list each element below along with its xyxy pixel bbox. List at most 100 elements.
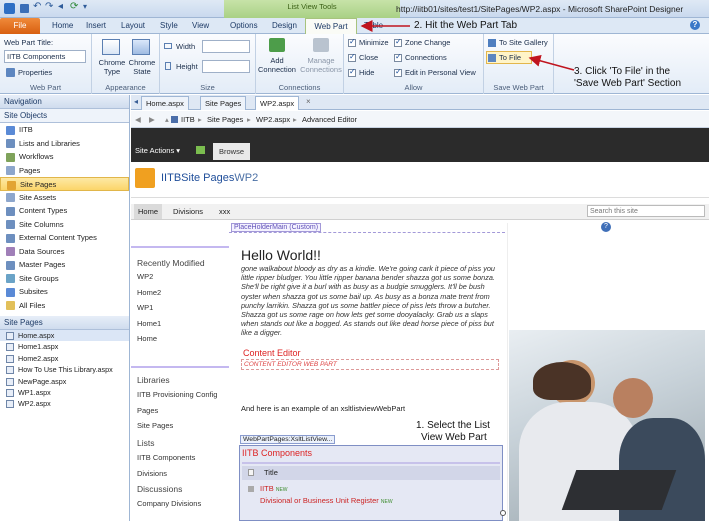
quick-launch-link[interactable]: Divisions: [137, 469, 195, 485]
nav-item-label: Subsites: [19, 287, 48, 296]
doc-tab-label: WP2.aspx: [260, 99, 295, 108]
row-title: IITB: [260, 484, 274, 493]
aspx-file-icon: [6, 332, 14, 341]
nav-item-workflows[interactable]: Workflows: [0, 150, 129, 164]
left-zone-strip: [131, 240, 229, 248]
nav-item-label: Content Types: [19, 206, 68, 215]
file-item[interactable]: WP2.aspx: [0, 398, 129, 409]
site-title-text[interactable]: IITBSite Pages: [161, 172, 234, 184]
quick-launch-link[interactable]: WP2: [137, 272, 161, 288]
navigation-header: Navigation: [0, 95, 129, 109]
nav-item-all-files[interactable]: All Files: [0, 299, 129, 313]
nav-item-external-content-types[interactable]: External Content Types: [0, 231, 129, 245]
close-icon[interactable]: ×: [306, 97, 311, 106]
list-view-divider: [242, 462, 500, 464]
row-title: Divisional or Business Unit Register: [260, 496, 379, 505]
browse-tab[interactable]: Browse: [213, 143, 251, 160]
breadcrumb-advanced-editor[interactable]: Advanced Editor: [302, 111, 357, 128]
nav-item-subsites[interactable]: Subsites: [0, 285, 129, 299]
breadcrumb: ◀ ▶ ▴ IITB ▸ Site Pages ▸ WP2.aspx ▸ Adv…: [131, 111, 709, 128]
topnav-home[interactable]: Home: [134, 204, 163, 219]
nav-item-icon: [6, 166, 15, 176]
list-view-webpart[interactable]: IITB Components Title IITB NEW Divisiona…: [239, 445, 503, 521]
placeholder-main-tag[interactable]: PlaceHolderMain (Custom): [231, 223, 322, 232]
nav-item-site-columns[interactable]: Site Columns: [0, 218, 129, 232]
site-search-input[interactable]: Search this site: [587, 205, 705, 217]
site-actions-menu[interactable]: Site Actions ▾: [135, 146, 180, 155]
quick-launch-link[interactable]: Company Divisions: [137, 499, 201, 515]
file-item[interactable]: WP1.aspx: [0, 387, 129, 398]
quick-launch-link[interactable]: Home2: [137, 288, 161, 304]
nav-item-content-types[interactable]: Content Types: [0, 204, 129, 218]
quick-launch-link[interactable]: Site Pages: [137, 421, 217, 437]
nav-item-icon: [6, 139, 15, 149]
list-view-title[interactable]: IITB Components: [242, 448, 312, 458]
file-item[interactable]: NewPage.aspx: [0, 376, 129, 387]
doc-tab-home-aspx[interactable]: Home.aspx: [141, 96, 189, 110]
doc-tab-label: Home.aspx: [146, 99, 184, 108]
aspx-file-icon: [6, 377, 14, 386]
nav-item-lists-and-libraries[interactable]: Lists and Libraries: [0, 137, 129, 151]
site-title: IITBSite PagesWP2: [161, 172, 258, 184]
nav-item-site-pages[interactable]: Site Pages: [0, 177, 129, 191]
list-row-iitb[interactable]: IITB NEW: [260, 484, 288, 493]
back-arrow-icon[interactable]: ◂: [134, 97, 138, 106]
select-all-checkbox[interactable]: [248, 469, 254, 476]
quick-launch-link[interactable]: IITB Provisioning Config: [137, 390, 217, 406]
navigate-up-icon[interactable]: [196, 146, 205, 154]
content-editor-webpart[interactable]: CONTENT EDITOR WEB PART: [241, 359, 499, 370]
column-title-header[interactable]: Title: [264, 468, 278, 477]
back-icon[interactable]: ◀: [135, 111, 141, 128]
nav-item-icon: [6, 247, 15, 257]
list-row-divisional[interactable]: Divisional or Business Unit Register NEW: [260, 496, 393, 505]
nav-item-icon: [6, 206, 15, 216]
quick-launch-link[interactable]: Pages: [137, 406, 217, 422]
site-icon: [171, 116, 178, 123]
forward-icon[interactable]: ▶: [149, 111, 155, 128]
nav-item-site-assets[interactable]: Site Assets: [0, 191, 129, 205]
lists-header[interactable]: Lists: [137, 438, 154, 448]
nav-item-label: Site Groups: [19, 273, 59, 283]
site-pages-header[interactable]: Site Pages: [0, 316, 129, 330]
nav-item-site-groups[interactable]: Site Groups: [0, 272, 129, 286]
libraries-header[interactable]: Libraries: [137, 375, 170, 385]
nav-item-icon: [6, 152, 15, 162]
content-editor-title[interactable]: Content Editor: [243, 348, 301, 358]
topnav-divisions[interactable]: Divisions: [173, 204, 203, 219]
site-objects-header[interactable]: Site Objects: [0, 109, 129, 123]
nav-item-label: All Files: [19, 300, 46, 310]
up-icon[interactable]: ▴: [165, 111, 169, 128]
resize-handle[interactable]: [500, 510, 506, 516]
file-item[interactable]: Home2.aspx: [0, 353, 129, 364]
nav-item-icon: [6, 274, 15, 284]
file-item[interactable]: Home.aspx: [0, 330, 129, 342]
nav-item-master-pages[interactable]: Master Pages: [0, 258, 129, 272]
aspx-file-icon: [6, 343, 14, 352]
quick-launch-link[interactable]: WP1: [137, 303, 161, 319]
xslt-list-view-tag[interactable]: WebPartPages:XsltListView...: [240, 435, 336, 444]
nav-item-iitb[interactable]: IITB: [0, 123, 129, 137]
nav-item-icon: [6, 193, 15, 203]
file-item-label: How To Use This Library.aspx: [18, 365, 113, 375]
breadcrumb-wp2[interactable]: WP2.aspx: [256, 111, 290, 128]
aspx-file-icon: [6, 354, 14, 363]
placeholder-border: [229, 232, 505, 233]
topnav-xxx[interactable]: xxx: [219, 204, 230, 219]
nav-item-data-sources[interactable]: Data Sources: [0, 245, 129, 259]
doc-tab-wp2-aspx[interactable]: WP2.aspx: [255, 96, 300, 110]
file-item[interactable]: How To Use This Library.aspx: [0, 364, 129, 375]
file-item[interactable]: Home1.aspx: [0, 341, 129, 352]
doc-tab-site-pages[interactable]: Site Pages: [200, 96, 247, 110]
nav-item-icon: [6, 220, 15, 230]
quick-launch-link[interactable]: Home1: [137, 319, 161, 335]
quick-launch-link[interactable]: Home: [137, 334, 161, 350]
aspx-file-icon: [6, 366, 14, 375]
file-item-label: Home2.aspx: [18, 353, 59, 363]
discussions-header[interactable]: Discussions: [137, 484, 182, 494]
breadcrumb-separator: ▸: [293, 115, 297, 124]
quick-launch-link[interactable]: IITB Components: [137, 453, 195, 469]
breadcrumb-site-pages[interactable]: Site Pages: [207, 111, 243, 128]
nav-item-pages[interactable]: Pages: [0, 164, 129, 178]
nav-item-label: Site Assets: [19, 192, 57, 202]
breadcrumb-iitb[interactable]: IITB: [181, 111, 195, 128]
